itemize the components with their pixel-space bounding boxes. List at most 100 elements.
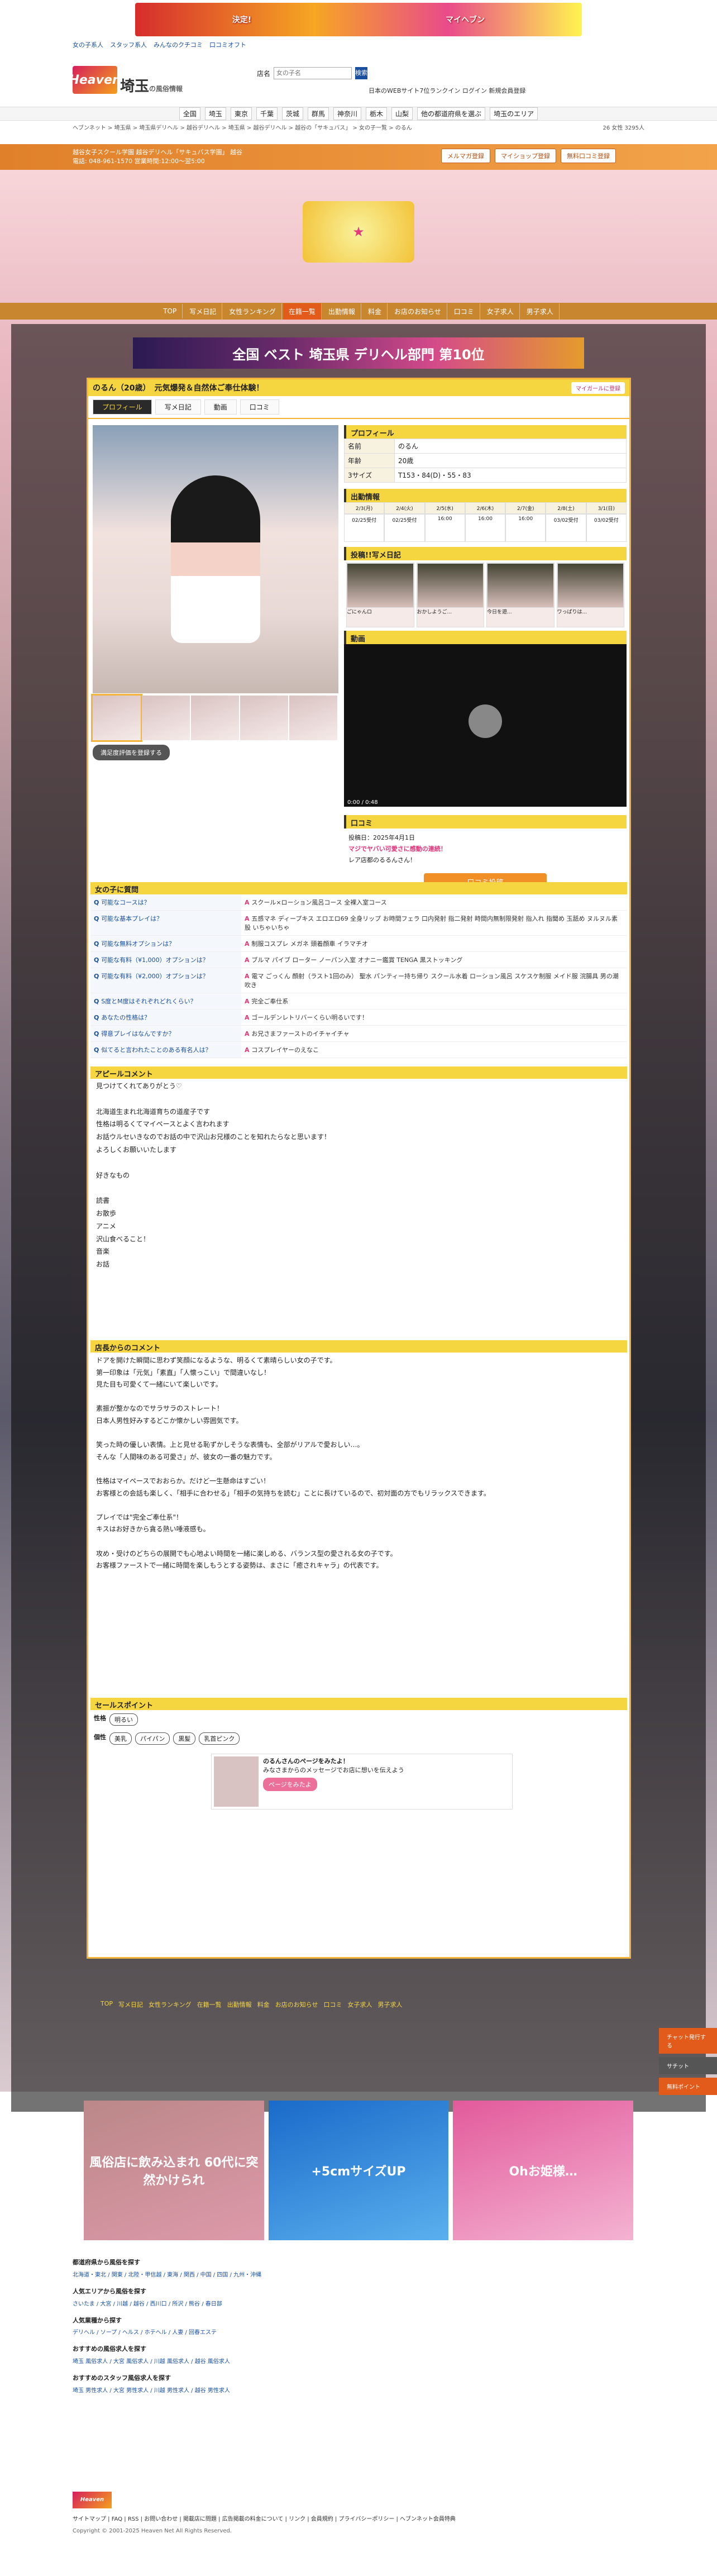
answer: 完全ご奉仕系	[241, 993, 627, 1009]
ranking-banner[interactable]: 全国 ベスト 埼玉県 デリヘル部門 第10位	[133, 337, 584, 369]
schedule-times: 02/25受付 02/25受付 16:00 16:00 16:00 03/02受付 03/0…	[344, 514, 627, 542]
shopnav-item[interactable]: 口コミ	[448, 303, 480, 320]
tab-profile[interactable]: プロフィール	[93, 399, 152, 415]
link-3[interactable]: みんなのクチコミ	[154, 40, 203, 49]
area-links[interactable]: 北海道・東北 / 関東 / 北陸・甲信越 / 東海 / 関西 / 中国 / 四国…	[73, 2270, 644, 2280]
play-icon[interactable]	[469, 704, 502, 738]
share-button[interactable]: ページをみたよ	[263, 1778, 317, 1791]
free-point-button[interactable]: 無料ポイント	[659, 2078, 717, 2095]
area-name: 埼玉	[120, 78, 150, 95]
bottomnav-item[interactable]: TOP	[101, 2000, 113, 2009]
breadcrumb-path[interactable]: ヘブンネット > 埼玉県 > 埼玉県デリヘル > 越谷デリヘル > 埼玉県 > …	[73, 123, 412, 131]
nav-item[interactable]: 全国	[179, 107, 200, 120]
shopnav-item[interactable]: 女子求人	[481, 303, 520, 320]
sched-time: 02/25受付	[384, 514, 425, 542]
bottomnav-item[interactable]: お店のお知らせ	[275, 2000, 318, 2009]
answer: コスプレイヤーのえなこ	[241, 1042, 627, 1058]
shopnav-item[interactable]: お店のお知らせ	[389, 303, 447, 320]
thumb[interactable]	[191, 696, 239, 740]
profile-header: のるん（20歳） 元気爆発＆自然体ご奉仕体験！ マイガールに登録	[88, 379, 629, 396]
nav-item[interactable]: 神奈川	[333, 107, 362, 120]
footer-links[interactable]: サイトマップ | FAQ | RSS | お問い合わせ | 掲載店に問題 | 広…	[73, 2514, 644, 2522]
video-player[interactable]	[344, 644, 627, 798]
answer: ゴールデンレトリバーくらい明るいです！	[241, 1010, 627, 1025]
area-sub: の風俗情報	[149, 85, 183, 93]
bottomnav-item[interactable]: 女子求人	[347, 2000, 372, 2009]
rating-button[interactable]: 満足度評価を登録する	[93, 745, 170, 760]
bottom-shop-nav: TOP 写メ日記 女性ランキング 在籍一覧 出勤情報 料金 お店のお知らせ 口コミ 女子求人 男子…	[101, 2000, 614, 2009]
link-1[interactable]: 女の子系人	[73, 40, 103, 49]
nav-item[interactable]: 他の都道府県を選ぶ	[417, 107, 486, 120]
area-title: 埼玉の風俗情報	[120, 75, 183, 96]
bottomnav-item[interactable]: 写メ日記	[118, 2000, 143, 2009]
myshop-button[interactable]: マイショップ登録	[495, 149, 556, 163]
chat-button[interactable]: チャット発行する	[659, 2028, 717, 2054]
link-4[interactable]: 口コミオフト	[209, 40, 246, 49]
bottomnav-item[interactable]: 男子求人	[377, 2000, 402, 2009]
search-button[interactable]: 検索	[355, 67, 368, 79]
nav-item[interactable]: 埼玉のエリア	[490, 107, 538, 120]
diary-item[interactable]: ワっぱりは...	[556, 563, 624, 627]
qa-row: 可能なコースは？スクール×ローション風呂コース 全裸入室コース	[90, 894, 627, 911]
area-links[interactable]: さいたま / 大宮 / 川越 / 越谷 / 西川口 / 所沢 / 熊谷 / 春日…	[73, 2299, 644, 2310]
main-photo[interactable]	[93, 425, 338, 693]
question: あなたの性格は？	[90, 1010, 241, 1025]
tab-diary[interactable]: 写メ日記	[155, 399, 201, 415]
review-register-button[interactable]: 無料口コミ登録	[561, 149, 616, 163]
top-banner[interactable]: 決定! マイヘブン	[0, 0, 717, 39]
bottomnav-item[interactable]: 在籍一覧	[197, 2000, 222, 2009]
shopnav-item-active[interactable]: 在籍一覧	[283, 303, 322, 320]
section-title: セールスポイント	[90, 1698, 627, 1710]
thumb[interactable]	[289, 696, 337, 740]
shopnav-item[interactable]: 出勤情報	[323, 303, 361, 320]
shopnav-item[interactable]: TOP	[157, 304, 183, 318]
thumb[interactable]	[91, 694, 142, 742]
nav-item[interactable]: 山梨	[391, 107, 413, 120]
shopnav-item[interactable]: 料金	[362, 303, 388, 320]
tab-review[interactable]: 口コミ	[240, 399, 279, 415]
shopnav-item[interactable]: 女性ランキング	[223, 303, 282, 320]
bottomnav-item[interactable]: 料金	[257, 2000, 270, 2009]
ad-banner[interactable]: Ohお姫様…	[453, 2101, 634, 2240]
review-text: レア店都のるるんさん！	[348, 856, 416, 864]
prof-key: 名前	[344, 439, 395, 454]
bottomnav-item[interactable]: 女性ランキング	[149, 2000, 192, 2009]
nav-item[interactable]: 茨城	[281, 107, 303, 120]
nav-item[interactable]: 群馬	[307, 107, 329, 120]
bottomnav-item[interactable]: 口コミ	[323, 2000, 342, 2009]
prof-value: 20歳	[394, 453, 627, 468]
mailmag-button[interactable]: メルマガ登録	[441, 149, 490, 163]
header-right[interactable]: 日本のWEBサイト7位ランクイン ログイン 新規会員登録	[369, 86, 525, 95]
diary-item[interactable]: ごにゃんロ	[346, 563, 414, 627]
footer-logo[interactable]: Heaven	[73, 2492, 112, 2508]
nav-item[interactable]: 埼玉	[204, 107, 226, 120]
nav-item[interactable]: 千葉	[256, 107, 278, 120]
nav-item[interactable]: 栃木	[366, 107, 388, 120]
link-2[interactable]: スタッフ系人	[110, 40, 147, 49]
diary-item[interactable]: 今日を遊...	[486, 563, 555, 627]
ad-banner[interactable]: 風俗店に飲み込まれ 60代に突然かけられ	[84, 2101, 264, 2240]
ad-banner[interactable]: +5cmサイズUP	[268, 2101, 449, 2240]
shopnav-item[interactable]: 写メ日記	[184, 303, 223, 320]
nav-item[interactable]: 東京	[230, 107, 252, 120]
site-logo[interactable]: Heaven	[69, 66, 121, 94]
review-body: 投稿日：2025年4月1日 マジでヤバい可愛さに感動の連続！ レア店都のるるんさん！	[344, 828, 627, 869]
shopnav-item[interactable]: 男子求人	[521, 303, 560, 320]
tab-video[interactable]: 動画	[204, 399, 237, 415]
diary-image	[347, 563, 414, 608]
area-links[interactable]: 埼玉 風俗求人 / 大宮 風俗求人 / 川越 風俗求人 / 越谷 風俗求人	[73, 2357, 644, 2367]
area-links[interactable]: デリヘル / ソープ / ヘルス / ホテヘル / 人妻 / 回春エステ	[73, 2328, 644, 2338]
bottomnav-item[interactable]: 出勤情報	[227, 2000, 252, 2009]
search-input[interactable]	[274, 67, 352, 79]
mygirl-button[interactable]: マイガールに登録	[571, 382, 625, 394]
answer: 五感マネ ディープキス エロエロ69 全身リップ お時間フェラ 口内発射 指二発…	[241, 911, 627, 935]
area-links[interactable]: 埼玉 男性求人 / 大宮 男性求人 / 川越 男性求人 / 越谷 男性求人	[73, 2386, 644, 2396]
thumb[interactable]	[240, 696, 288, 740]
thumb[interactable]	[142, 696, 190, 740]
diary-item[interactable]: おかしようご...	[416, 563, 484, 627]
page: 決定! マイヘブン 女の子系人 スタッフ系人 みんなのクチコミ 口コミオフト Heave…	[0, 0, 717, 2576]
banner-image[interactable]: 決定! マイヘブン	[135, 3, 582, 36]
shop-logo[interactable]: ★	[303, 201, 414, 263]
sachit-button[interactable]: サチット	[659, 2057, 717, 2074]
breadcrumb-count: 26 女性 3295人	[603, 125, 644, 131]
